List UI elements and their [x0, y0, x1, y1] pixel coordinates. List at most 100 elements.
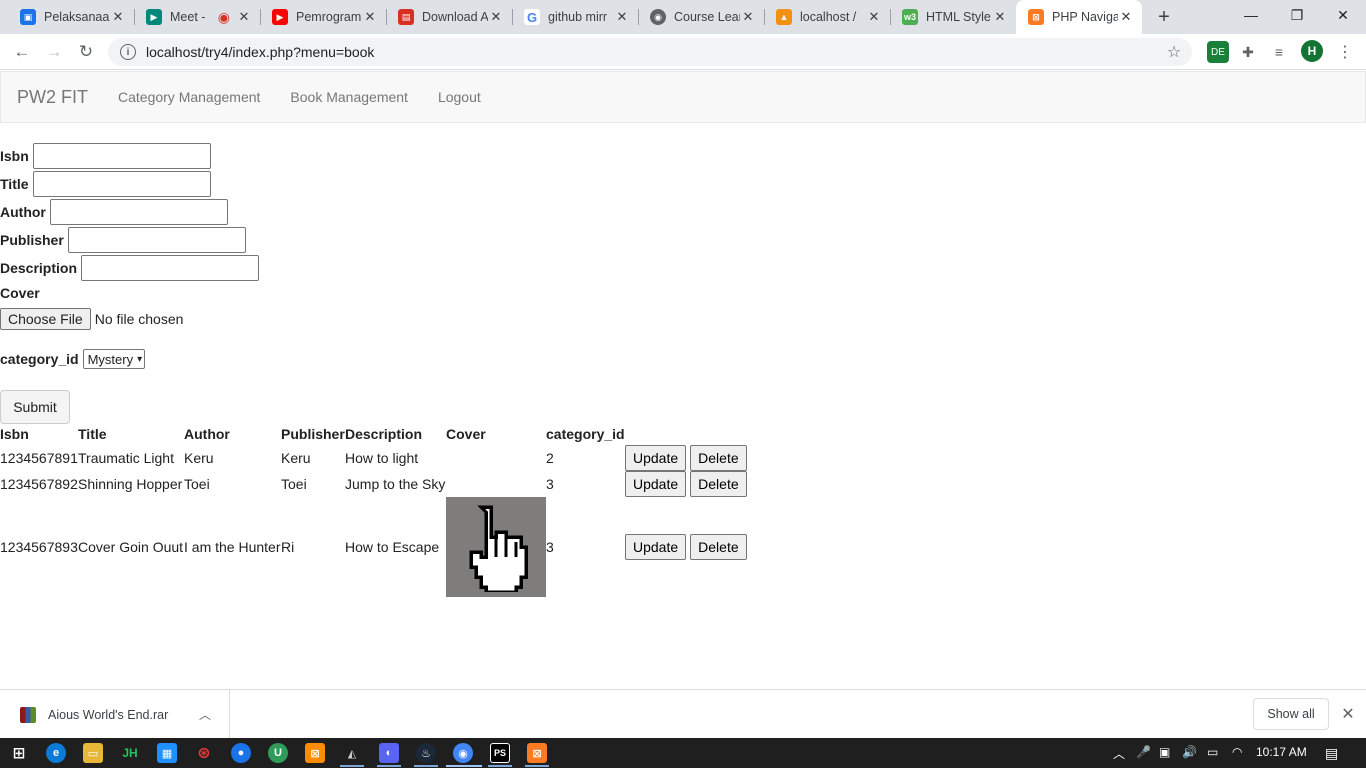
- delete-button[interactable]: Delete: [690, 445, 747, 471]
- tab-php-navigation[interactable]: ⊠ PHP Naviga ✕: [1016, 0, 1142, 34]
- tab-pelaksanaan[interactable]: ▣ Pelaksanaan ✕: [8, 0, 134, 34]
- cell-title: Shinning Hopper: [78, 476, 183, 492]
- close-icon[interactable]: ✕: [1338, 704, 1358, 724]
- download-file-name[interactable]: Aious World's End.rar: [48, 708, 199, 722]
- media-queue-icon[interactable]: ≡: [1268, 41, 1290, 63]
- cell-isbn: 1234567891: [0, 450, 78, 466]
- hand-cursor-icon: [469, 505, 528, 592]
- audio-app-icon[interactable]: ◭: [342, 743, 362, 763]
- close-icon[interactable]: ✕: [866, 9, 882, 25]
- menu-kebab-icon[interactable]: ⋮: [1334, 41, 1356, 63]
- close-icon[interactable]: ✕: [1118, 9, 1134, 25]
- books-table: Isbn Title Author Publisher Description …: [0, 423, 755, 597]
- update-button[interactable]: Update: [625, 534, 687, 560]
- battery-icon[interactable]: ▭: [1207, 745, 1218, 759]
- address-bar[interactable]: i localhost/try4/index.php?menu=book ☆: [108, 38, 1192, 66]
- cell-author: I am the Hunter: [184, 539, 281, 555]
- publisher-input[interactable]: [67, 227, 246, 253]
- edge-icon[interactable]: e: [46, 743, 66, 763]
- file-explorer-icon[interactable]: ▭: [83, 743, 103, 763]
- update-button[interactable]: Update: [625, 471, 687, 497]
- update-button[interactable]: Update: [625, 445, 687, 471]
- delete-button[interactable]: Delete: [690, 471, 747, 497]
- nav-logout[interactable]: Logout: [438, 89, 481, 105]
- close-icon[interactable]: ✕: [488, 9, 504, 25]
- close-icon[interactable]: ✕: [992, 9, 1008, 25]
- close-icon[interactable]: ✕: [110, 9, 126, 25]
- maps-pin-icon[interactable]: ●: [231, 743, 251, 763]
- tab-meet[interactable]: ▶ Meet - ◉ ✕: [134, 0, 260, 34]
- category-select[interactable]: Mystery ▾: [82, 349, 146, 369]
- close-icon[interactable]: ✕: [614, 9, 630, 25]
- jetbrains-icon[interactable]: JH: [120, 743, 140, 763]
- windows-start-icon[interactable]: ⊞: [9, 743, 29, 763]
- notifications-icon[interactable]: ▤: [1325, 745, 1338, 762]
- upwork-icon[interactable]: U: [268, 743, 288, 763]
- delete-button[interactable]: Delete: [690, 534, 747, 560]
- puzzle-icon[interactable]: ✚: [1237, 41, 1259, 63]
- table-header-row: Isbn Title Author Publisher Description …: [0, 423, 755, 445]
- camera-icon[interactable]: ▣: [1159, 745, 1170, 759]
- xampp-control-icon[interactable]: ⊠: [527, 743, 547, 763]
- extension-de-icon[interactable]: DE: [1207, 41, 1229, 63]
- close-icon[interactable]: ✕: [236, 9, 252, 25]
- download-item[interactable]: Aious World's End.rar ︿: [0, 690, 230, 739]
- header-author: Author: [184, 426, 230, 442]
- close-icon[interactable]: ✕: [740, 9, 756, 25]
- xampp-taskbar-icon[interactable]: ⊠: [305, 743, 325, 763]
- globe-icon: ◉: [650, 9, 666, 25]
- minimize-button[interactable]: —: [1228, 0, 1274, 30]
- bookmark-star-icon[interactable]: ☆: [1162, 42, 1186, 62]
- info-icon[interactable]: i: [120, 44, 136, 60]
- forward-button[interactable]: →: [41, 39, 67, 65]
- lifesaver-icon[interactable]: ⊛: [194, 743, 214, 763]
- new-tab-button[interactable]: +: [1152, 5, 1176, 29]
- reload-button[interactable]: ↻: [73, 39, 99, 65]
- tab-download[interactable]: ▤ Download A ✕: [386, 0, 512, 34]
- cell-category-id: 2: [546, 450, 554, 466]
- keyboard-icon[interactable]: ▦: [157, 743, 177, 763]
- cell-publisher: Toei: [281, 476, 307, 492]
- table-row: 1234567893 Cover Goin Ouut I am the Hunt…: [0, 497, 755, 597]
- brand-link[interactable]: PW2 FIT: [17, 87, 88, 108]
- taskbar-clock[interactable]: 10:17 AM: [1256, 745, 1307, 759]
- tab-localhost[interactable]: ▲ localhost / ✕: [764, 0, 890, 34]
- choose-file-button[interactable]: Choose File: [0, 308, 91, 330]
- title-input[interactable]: [32, 171, 211, 197]
- description-input[interactable]: [81, 255, 260, 281]
- description-row: Description: [0, 255, 260, 281]
- avatar[interactable]: H: [1301, 40, 1323, 62]
- tab-strip: ▣ Pelaksanaan ✕ ▶ Meet - ◉ ✕ ▶ Pemrogram…: [0, 0, 1366, 34]
- nav-category-management[interactable]: Category Management: [118, 89, 260, 105]
- cell-cover: [446, 497, 546, 597]
- discord-icon[interactable]: ◐: [379, 743, 399, 763]
- show-all-button[interactable]: Show all: [1253, 698, 1329, 730]
- tab-html-style[interactable]: w3 HTML Style ✕: [890, 0, 1016, 34]
- author-input[interactable]: [49, 199, 228, 225]
- tab-github[interactable]: G github mirr ✕: [512, 0, 638, 34]
- volume-icon[interactable]: 🔊: [1182, 745, 1197, 759]
- close-window-button[interactable]: ✕: [1320, 0, 1366, 30]
- isbn-input[interactable]: [32, 143, 211, 169]
- submit-button[interactable]: Submit: [0, 390, 70, 424]
- chrome-icon[interactable]: ◉: [453, 743, 473, 763]
- tab-pemrogram[interactable]: ▶ Pemrogram ✕: [260, 0, 386, 34]
- cell-description: Jump to the Sky: [345, 476, 446, 492]
- publisher-label: Publisher: [0, 232, 64, 248]
- chevron-up-icon[interactable]: ︿: [199, 706, 211, 723]
- restore-button[interactable]: ❐: [1274, 0, 1320, 30]
- back-button[interactable]: ←: [9, 39, 35, 65]
- nav-book-management[interactable]: Book Management: [290, 89, 408, 105]
- wifi-icon[interactable]: ◠: [1232, 745, 1242, 759]
- microphone-icon[interactable]: 🎤: [1136, 745, 1151, 759]
- url-text[interactable]: localhost/try4/index.php?menu=book: [146, 44, 1162, 60]
- steam-icon[interactable]: ♨: [416, 743, 436, 763]
- phpstorm-icon[interactable]: PS: [490, 743, 510, 763]
- close-icon[interactable]: ✕: [362, 9, 378, 25]
- show-hidden-icons-icon[interactable]: ︿: [1113, 745, 1125, 762]
- table-row: 1234567891 Traumatic Light Keru Keru How…: [0, 445, 755, 471]
- description-label: Description: [0, 260, 78, 276]
- cell-author: Toei: [184, 476, 210, 492]
- tab-course[interactable]: ◉ Course Lear ✕: [638, 0, 764, 34]
- header-isbn: Isbn: [0, 426, 29, 442]
